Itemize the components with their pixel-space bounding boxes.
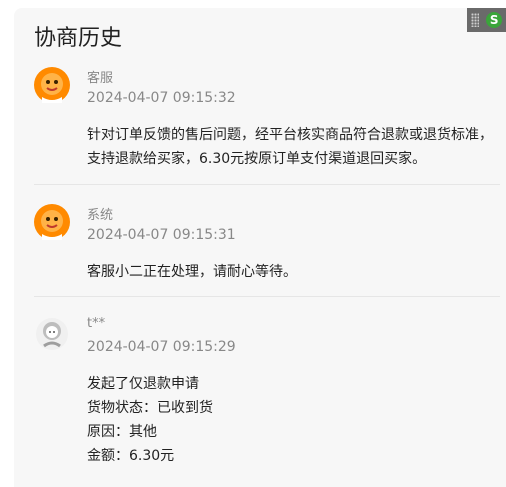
gray-user-icon [34,316,70,352]
sender-name: t** [87,316,106,331]
timestamp: 2024-04-07 09:15:32 [87,90,236,106]
message-text: 发起了仅退款申请 货物状态：已收到货 原因：其他 金额：6.30元 [87,372,497,468]
history-entry: t** 2024-04-07 09:15:29 发起了仅退款申请 货物状态：已收… [34,316,500,466]
sender-name: 客服 [87,71,114,86]
negotiation-history-panel: 协商历史 客服 2024-04-07 09:15:32 针对订单反馈的售后问题，… [14,8,506,487]
sender-name: 系统 [87,208,114,223]
history-entry: 系统 2024-04-07 09:15:31 客服小二正在处理，请耐心等待。 [34,204,500,284]
panel-title: 协商历史 [34,26,123,51]
history-entry: 客服 2024-04-07 09:15:32 针对订单反馈的售后问题，经平台核实… [34,67,500,177]
message-line: 金额：6.30元 [87,448,175,464]
message-text: 客服小二正在处理，请耐心等待。 [87,260,497,284]
orange-mascot-icon [34,67,70,103]
message-line: 货物状态：已收到货 [87,400,213,416]
message-line: 客服小二正在处理，请耐心等待。 [87,264,297,280]
message-line: 原因：其他 [87,424,157,440]
message-line: 支持退款给买家，6.30元按原订单支付渠道退回买家。 [87,151,427,167]
grip-icon [470,13,479,27]
message-line: 发起了仅退款申请 [87,376,199,392]
app-badge-icon[interactable]: S [467,8,506,32]
orange-mascot-icon [34,204,70,240]
message-text: 针对订单反馈的售后问题，经平台核实商品符合退款或退货标准， 支持退款给买家，6.… [87,123,497,171]
timestamp: 2024-04-07 09:15:29 [87,339,236,355]
timestamp: 2024-04-07 09:15:31 [87,227,236,243]
divider [34,296,500,297]
message-line: 针对订单反馈的售后问题，经平台核实商品符合退款或退货标准， [87,127,493,143]
logo-icon: S [486,12,503,28]
divider [34,184,500,185]
